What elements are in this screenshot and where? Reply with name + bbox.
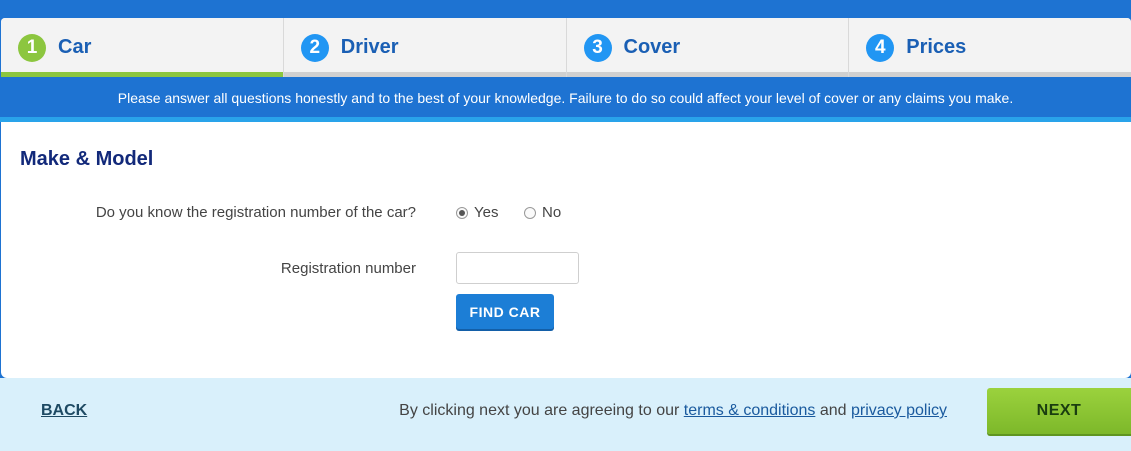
back-link[interactable]: BACK xyxy=(41,402,87,420)
next-button[interactable]: NEXT xyxy=(987,388,1131,434)
footer-bar: BACK By clicking next you are agreeing t… xyxy=(0,378,1131,451)
make-model-panel: Make & Model Do you know the registratio… xyxy=(1,122,1131,378)
radio-label-no: No xyxy=(542,204,562,221)
step-number-icon: 4 xyxy=(866,33,895,62)
privacy-link[interactable]: privacy policy xyxy=(851,402,947,419)
radio-unchecked-icon[interactable] xyxy=(524,206,536,219)
registration-number-input[interactable] xyxy=(456,252,579,284)
section-title: Make & Model xyxy=(20,148,154,170)
step-number-icon: 1 xyxy=(18,33,46,62)
registration-number-label: Registration number xyxy=(280,260,416,277)
step-label: Driver xyxy=(340,36,399,58)
step-driver[interactable]: 2 Driver xyxy=(283,18,567,77)
top-strip xyxy=(0,0,1131,18)
progress-steps: 1 Car 2 Driver 3 Cover 4 Prices xyxy=(1,18,1131,77)
step-cover[interactable]: 3 Cover xyxy=(566,18,850,77)
step-prices[interactable]: 4 Prices xyxy=(849,18,1131,77)
agreement-text: By clicking next you are agreeing to our… xyxy=(399,402,947,420)
honesty-notice: Please answer all questions honestly and… xyxy=(0,77,1131,119)
reg-known-yes-radio[interactable]: Yes xyxy=(456,204,498,221)
reg-known-no-radio[interactable]: No xyxy=(524,204,561,221)
agreement-prefix: By clicking next you are agreeing to our xyxy=(399,402,684,419)
agreement-and: and xyxy=(815,402,851,419)
step-label: Car xyxy=(58,36,92,58)
step-label: Prices xyxy=(906,36,967,58)
step-number-icon: 2 xyxy=(300,33,329,62)
step-label: Cover xyxy=(623,36,681,58)
step-number-icon: 3 xyxy=(583,33,612,62)
reg-known-question: Do you know the registration number of t… xyxy=(95,204,416,221)
terms-link[interactable]: terms & conditions xyxy=(684,402,816,419)
radio-checked-icon[interactable] xyxy=(456,206,468,219)
step-car[interactable]: 1 Car xyxy=(1,18,284,77)
find-car-button[interactable]: FIND CAR xyxy=(456,294,554,329)
radio-label-yes: Yes xyxy=(474,204,499,221)
